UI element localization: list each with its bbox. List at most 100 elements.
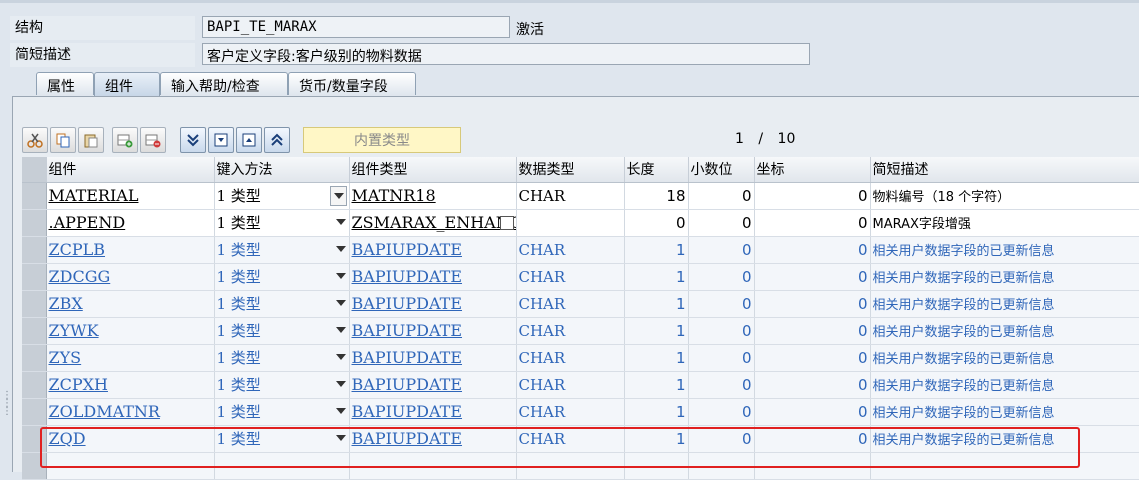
cell-length[interactable]: 1 bbox=[624, 344, 689, 372]
table-row[interactable]: ZQD 1 类型 BAPIUPDATE CHAR 1 0 0 相关用户数据字段的已更新信息 bbox=[22, 425, 1139, 453]
cell-coordinate[interactable]: 0 bbox=[754, 371, 871, 399]
table-row[interactable]: ZCPLB 1 类型 BAPIUPDATE CHAR 1 0 0 相关用户数据字段的已更新信息 bbox=[22, 236, 1139, 264]
cell-typing-method[interactable]: 1 类型 bbox=[214, 425, 350, 453]
cell-data-type[interactable]: CHAR bbox=[516, 263, 625, 291]
component-type-value[interactable]: BAPIUPDATE bbox=[352, 240, 463, 259]
structure-name-field[interactable]: BAPI_TE_MARAX bbox=[202, 16, 510, 38]
cell-decimals[interactable]: 0 bbox=[688, 263, 755, 291]
empty-cell[interactable] bbox=[870, 452, 1139, 480]
row-selector[interactable] bbox=[22, 290, 47, 318]
column-header-typing-method[interactable]: 键入方法 bbox=[214, 157, 350, 183]
component-name[interactable]: ZBX bbox=[49, 294, 83, 313]
component-name[interactable]: ZQD bbox=[49, 429, 86, 448]
cell-typing-method[interactable]: 1 类型 bbox=[214, 209, 350, 237]
cell-component[interactable]: ZQD bbox=[46, 425, 215, 453]
column-header-component[interactable]: 组件 bbox=[46, 157, 215, 183]
chevron-down-icon[interactable] bbox=[335, 299, 346, 306]
component-type-value[interactable]: BAPIUPDATE bbox=[352, 348, 463, 367]
cell-component-type[interactable]: BAPIUPDATE bbox=[349, 398, 517, 426]
cell-typing-method[interactable]: 1 类型 bbox=[214, 398, 350, 426]
cell-data-type[interactable] bbox=[516, 209, 625, 237]
cell-data-type[interactable]: CHAR bbox=[516, 425, 625, 453]
insert-row-button[interactable] bbox=[112, 127, 138, 153]
cell-coordinate[interactable]: 0 bbox=[754, 317, 871, 345]
cell-component-type[interactable]: BAPIUPDATE bbox=[349, 263, 517, 291]
component-name[interactable]: ZCPXH bbox=[49, 375, 108, 394]
table-row[interactable]: .APPEND 1 类型 ZSMARAX_ENHANCE 0 0 0 MARAX字段增强 bbox=[22, 209, 1139, 237]
empty-cell[interactable] bbox=[516, 452, 625, 480]
cell-component[interactable]: ZOLDMATNR bbox=[46, 398, 215, 426]
cell-coordinate[interactable]: 0 bbox=[754, 398, 871, 426]
page-up-button[interactable] bbox=[236, 127, 262, 153]
cell-coordinate[interactable]: 0 bbox=[754, 290, 871, 318]
cell-component[interactable]: MATERIAL bbox=[46, 182, 215, 210]
cell-data-type[interactable]: CHAR bbox=[516, 182, 625, 210]
cell-length[interactable]: 18 bbox=[624, 182, 689, 210]
column-header-component-type[interactable]: 组件类型 bbox=[349, 157, 517, 183]
component-type-value[interactable]: BAPIUPDATE bbox=[352, 321, 463, 340]
cell-component[interactable]: ZYS bbox=[46, 344, 215, 372]
cell-component-type[interactable]: BAPIUPDATE bbox=[349, 317, 517, 345]
row-selector[interactable] bbox=[22, 425, 47, 453]
component-type-value[interactable]: BAPIUPDATE bbox=[352, 267, 463, 286]
cell-decimals[interactable]: 0 bbox=[688, 209, 755, 237]
empty-cell[interactable] bbox=[349, 452, 517, 480]
component-name[interactable]: MATERIAL bbox=[49, 186, 139, 205]
chevron-down-icon[interactable] bbox=[335, 245, 346, 252]
column-header-decimals[interactable]: 小数位 bbox=[688, 157, 755, 183]
chevron-down-icon[interactable] bbox=[335, 218, 346, 225]
cell-decimals[interactable]: 0 bbox=[688, 182, 755, 210]
cell-decimals[interactable]: 0 bbox=[688, 371, 755, 399]
row-selector[interactable] bbox=[22, 263, 47, 291]
chevron-down-icon[interactable] bbox=[335, 353, 346, 360]
cell-coordinate[interactable]: 0 bbox=[754, 182, 871, 210]
empty-cell[interactable] bbox=[624, 452, 689, 480]
row-selector[interactable] bbox=[22, 209, 47, 237]
description-field[interactable]: 客户定义字段:客户级别的物料数据 bbox=[202, 43, 810, 65]
cell-component[interactable]: ZDCGG bbox=[46, 263, 215, 291]
tab-input-help[interactable]: 输入帮助/检查 bbox=[160, 72, 288, 95]
chevron-down-icon[interactable] bbox=[335, 434, 346, 441]
cell-data-type[interactable]: CHAR bbox=[516, 290, 625, 318]
component-name[interactable]: ZYS bbox=[49, 348, 82, 367]
cell-component[interactable]: .APPEND bbox=[46, 209, 215, 237]
cell-decimals[interactable]: 0 bbox=[688, 344, 755, 372]
cell-component-type[interactable]: BAPIUPDATE bbox=[349, 425, 517, 453]
empty-cell[interactable] bbox=[214, 452, 350, 480]
cell-data-type[interactable]: CHAR bbox=[516, 317, 625, 345]
cell-length[interactable]: 1 bbox=[624, 263, 689, 291]
table-row[interactable]: ZDCGG 1 类型 BAPIUPDATE CHAR 1 0 0 相关用户数据字段的已更新信息 bbox=[22, 263, 1139, 291]
component-type-value[interactable]: BAPIUPDATE bbox=[352, 402, 463, 421]
component-name[interactable]: ZDCGG bbox=[49, 267, 111, 286]
column-header-length[interactable]: 长度 bbox=[624, 157, 689, 183]
cell-typing-method[interactable]: 1 类型 bbox=[214, 263, 350, 291]
typing-method-dropdown[interactable] bbox=[329, 185, 347, 206]
empty-cell[interactable] bbox=[754, 452, 871, 480]
table-row-empty[interactable] bbox=[22, 452, 1139, 480]
table-row[interactable]: ZBX 1 类型 BAPIUPDATE CHAR 1 0 0 相关用户数据字段的已更新信息 bbox=[22, 290, 1139, 318]
delete-row-button[interactable] bbox=[140, 127, 166, 153]
cell-decimals[interactable]: 0 bbox=[688, 317, 755, 345]
builtin-type-button[interactable]: 内置类型 bbox=[303, 127, 461, 153]
chevron-down-icon[interactable] bbox=[335, 272, 346, 279]
component-name[interactable]: ZCPLB bbox=[49, 240, 106, 259]
cell-typing-method[interactable]: 1 类型 bbox=[214, 182, 350, 210]
cell-decimals[interactable]: 0 bbox=[688, 398, 755, 426]
component-name[interactable]: .APPEND bbox=[49, 213, 126, 232]
column-header-short-description[interactable]: 简短描述 bbox=[870, 157, 1139, 183]
component-type-value[interactable]: MATNR18 bbox=[352, 186, 436, 205]
cell-coordinate[interactable]: 0 bbox=[754, 344, 871, 372]
row-selector[interactable] bbox=[22, 398, 47, 426]
cell-typing-method[interactable]: 1 类型 bbox=[214, 290, 350, 318]
cell-coordinate[interactable]: 0 bbox=[754, 236, 871, 264]
component-type-value[interactable]: BAPIUPDATE bbox=[352, 294, 463, 313]
cell-component[interactable]: ZYWK bbox=[46, 317, 215, 345]
cell-typing-method[interactable]: 1 类型 bbox=[214, 344, 350, 372]
page-down-button[interactable] bbox=[208, 127, 234, 153]
cell-component[interactable]: ZCPLB bbox=[46, 236, 215, 264]
cell-length[interactable]: 0 bbox=[624, 209, 689, 237]
select-all-cell[interactable] bbox=[22, 157, 47, 183]
move-up-button[interactable] bbox=[264, 127, 290, 153]
cell-typing-method[interactable]: 1 类型 bbox=[214, 371, 350, 399]
component-type-value[interactable]: BAPIUPDATE bbox=[352, 375, 463, 394]
